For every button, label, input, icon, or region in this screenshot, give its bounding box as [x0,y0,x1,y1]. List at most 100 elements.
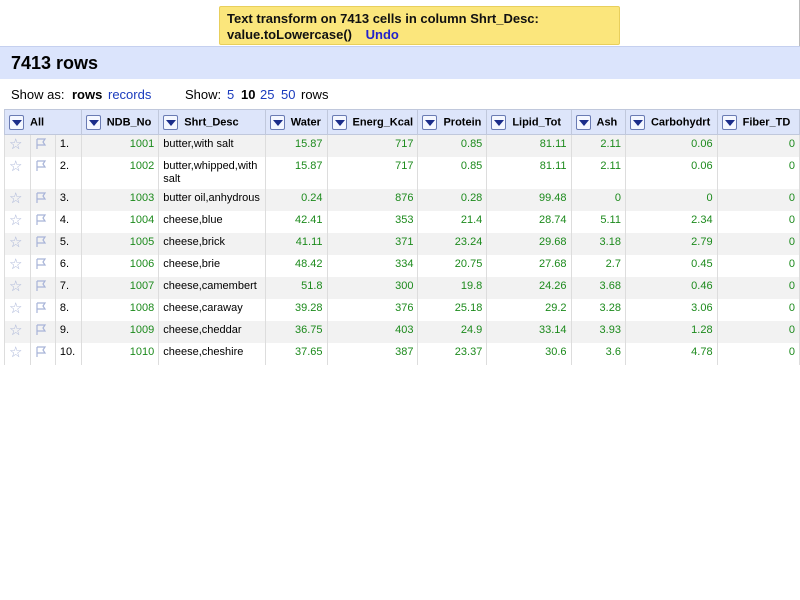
cell-energ-kcal[interactable]: 353 [326,211,419,233]
cell-fiber-td[interactable]: 0 [716,299,800,321]
show-as-records-option[interactable]: records [108,87,151,102]
cell-shrt-desc[interactable]: cheese,caraway [158,299,266,321]
cell-ndb-no[interactable]: 1010 [80,343,160,365]
cell-ash[interactable]: 2.11 [570,157,626,189]
cell-water[interactable]: 15.87 [264,157,328,189]
flag-icon[interactable] [35,258,47,270]
cell-energ-kcal[interactable]: 717 [326,157,419,189]
dropdown-arrow-icon[interactable] [331,114,347,130]
cell-fiber-td[interactable]: 0 [716,343,800,365]
dropdown-arrow-icon[interactable] [9,114,24,130]
cell-shrt-desc[interactable]: cheese,camembert [158,277,266,299]
cell-lipid-tot[interactable]: 33.14 [486,321,572,343]
star-icon[interactable]: ☆ [9,136,22,153]
dropdown-arrow-icon[interactable] [629,114,645,130]
cell-protein[interactable]: 21.4 [417,211,488,233]
dropdown-arrow-icon[interactable] [491,114,507,130]
cell-fiber-td[interactable]: 0 [716,211,800,233]
column-header-ndb-no[interactable]: NDB_No [80,109,160,135]
cell-protein[interactable]: 0.85 [417,134,488,157]
cell-ndb-no[interactable]: 1001 [80,134,160,157]
cell-energ-kcal[interactable]: 371 [326,233,419,255]
cell-lipid-tot[interactable]: 30.6 [486,343,572,365]
cell-energ-kcal[interactable]: 387 [326,343,419,365]
cell-shrt-desc[interactable]: cheese,blue [158,211,266,233]
flag-icon[interactable] [35,280,47,292]
cell-fiber-td[interactable]: 0 [716,321,800,343]
dropdown-arrow-icon[interactable] [163,114,179,130]
cell-lipid-tot[interactable]: 27.68 [486,255,572,277]
cell-ndb-no[interactable]: 1008 [80,299,160,321]
cell-ash[interactable]: 3.68 [570,277,626,299]
column-header-lipid-tot[interactable]: Lipid_Tot [486,109,572,135]
dropdown-arrow-icon[interactable] [422,114,438,130]
cell-ash[interactable]: 3.28 [570,299,626,321]
cell-lipid-tot[interactable]: 81.11 [486,134,572,157]
cell-ndb-no[interactable]: 1009 [80,321,160,343]
cell-ash[interactable]: 5.11 [570,211,626,233]
dropdown-arrow-icon[interactable] [85,114,101,130]
cell-energ-kcal[interactable]: 334 [326,255,419,277]
cell-ndb-no[interactable]: 1004 [80,211,160,233]
cell-water[interactable]: 0.24 [264,189,328,211]
cell-shrt-desc[interactable]: cheese,brie [158,255,266,277]
cell-ash[interactable]: 3.6 [570,343,626,365]
cell-protein[interactable]: 24.9 [417,321,488,343]
cell-lipid-tot[interactable]: 29.68 [486,233,572,255]
cell-fiber-td[interactable]: 0 [716,233,800,255]
cell-fiber-td[interactable]: 0 [716,255,800,277]
page-size-10[interactable]: 10 [241,87,255,102]
cell-shrt-desc[interactable]: butter oil,anhydrous [158,189,266,211]
show-as-rows-option[interactable]: rows [72,87,102,102]
dropdown-arrow-icon[interactable] [721,114,737,130]
cell-water[interactable]: 36.75 [264,321,328,343]
cell-shrt-desc[interactable]: butter,whipped,with salt [158,157,266,189]
cell-water[interactable]: 42.41 [264,211,328,233]
cell-ash[interactable]: 2.7 [570,255,626,277]
cell-ash[interactable]: 0 [570,189,626,211]
cell-carbohydrt[interactable]: 3.06 [624,299,718,321]
flag-icon[interactable] [35,138,47,150]
page-size-25[interactable]: 25 [260,87,274,102]
dropdown-arrow-icon[interactable] [269,114,285,130]
cell-water[interactable]: 51.8 [264,277,328,299]
flag-icon[interactable] [35,160,47,172]
cell-protein[interactable]: 25.18 [417,299,488,321]
cell-protein[interactable]: 23.37 [417,343,488,365]
cell-energ-kcal[interactable]: 300 [326,277,419,299]
cell-water[interactable]: 37.65 [264,343,328,365]
cell-protein[interactable]: 0.85 [417,157,488,189]
cell-ash[interactable]: 3.93 [570,321,626,343]
cell-water[interactable]: 48.42 [264,255,328,277]
cell-shrt-desc[interactable]: butter,with salt [158,134,266,157]
cell-ash[interactable]: 2.11 [570,134,626,157]
flag-icon[interactable] [35,324,47,336]
cell-lipid-tot[interactable]: 99.48 [486,189,572,211]
star-icon[interactable]: ☆ [9,300,22,317]
cell-carbohydrt[interactable]: 1.28 [624,321,718,343]
cell-protein[interactable]: 19.8 [417,277,488,299]
cell-fiber-td[interactable]: 0 [716,134,800,157]
flag-icon[interactable] [35,236,47,248]
cell-protein[interactable]: 0.28 [417,189,488,211]
cell-energ-kcal[interactable]: 876 [326,189,419,211]
cell-water[interactable]: 15.87 [264,134,328,157]
star-icon[interactable]: ☆ [9,234,22,251]
cell-shrt-desc[interactable]: cheese,cheshire [158,343,266,365]
star-icon[interactable]: ☆ [9,212,22,229]
cell-water[interactable]: 41.11 [264,233,328,255]
cell-fiber-td[interactable]: 0 [716,189,800,211]
column-header-fiber-td[interactable]: Fiber_TD [716,109,800,135]
cell-energ-kcal[interactable]: 717 [326,134,419,157]
star-icon[interactable]: ☆ [9,158,22,175]
cell-carbohydrt[interactable]: 2.79 [624,233,718,255]
column-header-water[interactable]: Water [264,109,328,135]
star-icon[interactable]: ☆ [9,278,22,295]
column-header-ash[interactable]: Ash [570,109,626,135]
star-icon[interactable]: ☆ [9,344,22,361]
cell-carbohydrt[interactable]: 2.34 [624,211,718,233]
flag-icon[interactable] [35,302,47,314]
star-icon[interactable]: ☆ [9,190,22,207]
column-header-all[interactable]: All [4,109,82,135]
cell-lipid-tot[interactable]: 29.2 [486,299,572,321]
